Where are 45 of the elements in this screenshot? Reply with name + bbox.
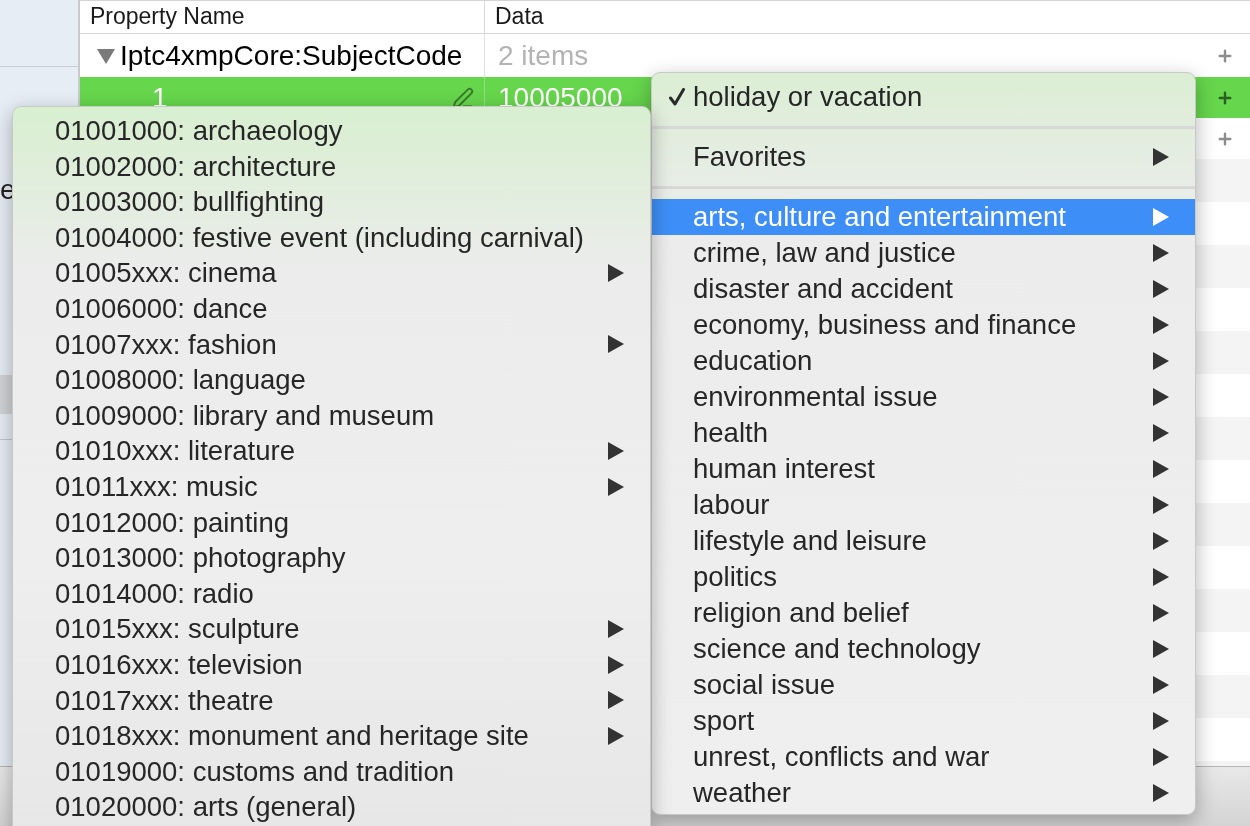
menu-item[interactable]: 01010xxx: literature (13, 433, 650, 469)
menu-item[interactable]: 01005xxx: cinema (13, 255, 650, 291)
table-cell: Iptc4xmpCore:SubjectCode (120, 38, 463, 73)
menu-item[interactable]: 01001000: archaeology (13, 113, 650, 149)
pencil-icon[interactable] (452, 86, 474, 109)
menu-item[interactable]: lifestyle and leisure (652, 523, 1195, 559)
menu-item[interactable]: religion and belief (652, 595, 1195, 631)
menu-item[interactable]: social issue (652, 667, 1195, 703)
menu-item[interactable]: 01008000: language (13, 362, 650, 398)
menu-item[interactable]: 01016xxx: television (13, 646, 650, 683)
menu-item[interactable]: crime, law and justice (652, 235, 1195, 271)
menu-item[interactable]: economy, business and finance (652, 307, 1195, 343)
menu-item[interactable]: 01018xxx: monument and heritage site (13, 718, 650, 754)
menu-item[interactable]: weather (652, 775, 1195, 811)
column-header[interactable]: Property Name (80, 1, 485, 33)
menu-item[interactable]: 01012000: painting (13, 504, 650, 541)
table-cell: 10005000 (498, 80, 623, 115)
menu-item[interactable]: 01006000: dance (13, 290, 650, 327)
menu-item[interactable]: 01002000: architecture (13, 148, 650, 185)
menu-item[interactable]: holiday or vacation (652, 79, 1195, 115)
menu-item[interactable]: 01017xxx: theatre (13, 682, 650, 719)
menu-item[interactable]: disaster and accident (652, 271, 1195, 307)
menu-item[interactable]: 01013000: photography (13, 540, 650, 576)
menu-item[interactable]: human interest (652, 451, 1195, 487)
menu-item[interactable]: unrest, conflicts and war (652, 739, 1195, 775)
menu-item[interactable]: politics (652, 559, 1195, 595)
menu-item[interactable]: 01004000: festive event (including carnival) (13, 219, 650, 256)
menu-item[interactable]: labour (652, 487, 1195, 523)
menu-item[interactable]: 01007xxx: fashion (13, 326, 650, 363)
menu-item[interactable]: science and technology (652, 631, 1195, 667)
table-cell: 2 items (498, 38, 589, 73)
menu-item[interactable]: 01014000: radio (13, 575, 650, 612)
menu-item[interactable]: education (652, 343, 1195, 379)
disclosure-triangle-icon[interactable] (97, 47, 115, 64)
menu-item[interactable]: 01011xxx: music (13, 468, 650, 505)
menu-item[interactable]: 01003000: bullfighting (13, 184, 650, 220)
column-header[interactable]: Data (485, 1, 1250, 33)
menu-item[interactable]: 01019000: customs and tradition (13, 753, 650, 790)
menu-item[interactable]: 01020000: arts (general) (13, 789, 650, 825)
menu-item[interactable]: sport (652, 703, 1195, 739)
menu-item[interactable]: 01009000: library and museum (13, 397, 650, 434)
menu-item[interactable]: Favorites (652, 139, 1195, 175)
menu-item[interactable]: health (652, 415, 1195, 451)
menu-item[interactable]: 01015xxx: sculpture (13, 611, 650, 647)
menu-item[interactable]: environmental issue (652, 379, 1195, 415)
